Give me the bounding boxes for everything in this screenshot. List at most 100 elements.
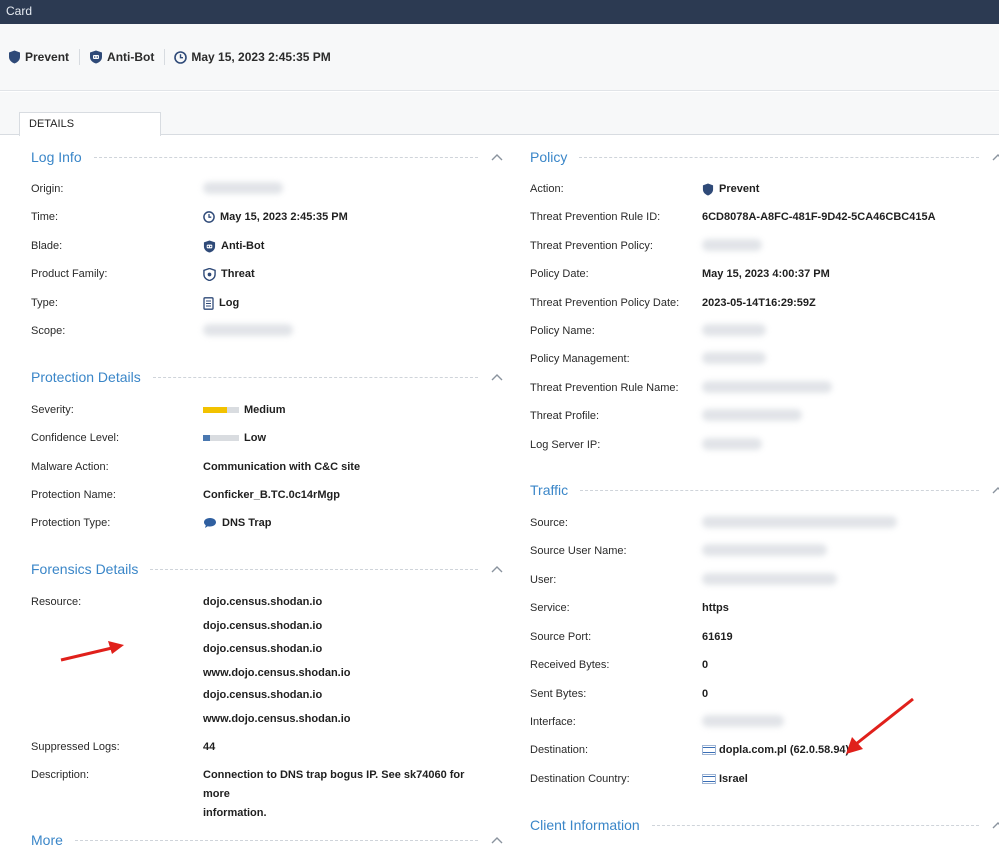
severity-value: Medium — [244, 404, 286, 416]
source-value-redacted — [702, 516, 897, 528]
clock-icon — [174, 50, 188, 64]
protection-name-value[interactable]: Conficker_B.TC.0c14rMgp — [203, 488, 340, 502]
tp-policy-label: Threat Prevention Policy: — [530, 240, 653, 252]
malware-action-value: Communication with C&C site — [203, 461, 361, 473]
threat-profile-label: Threat Profile: — [530, 410, 600, 422]
row-scope: Scope: — [31, 324, 293, 344]
resource-item: www.dojo.census.shodan.io — [203, 713, 351, 725]
destination-country-value: Israel — [719, 773, 748, 785]
resource-item: dojo.census.shodan.io — [203, 596, 323, 608]
suppressed-logs-value: 44 — [203, 741, 216, 753]
policy-name-label: Policy Name: — [530, 325, 595, 337]
row-source: Source: — [530, 516, 897, 536]
toolbar-spacer — [0, 92, 999, 110]
toolbar-blade-label: Anti-Bot — [107, 50, 155, 64]
chevron-up-icon[interactable] — [490, 152, 504, 162]
client-information-header[interactable]: Client Information — [530, 814, 999, 836]
row-threat-profile: Threat Profile: — [530, 409, 802, 429]
row-user: User: — [530, 573, 837, 593]
destination-value[interactable]: dopla.com.pl (62.0.58.94) — [719, 743, 849, 757]
sent-bytes-value: 0 — [702, 688, 709, 700]
section-divider — [580, 489, 979, 491]
anti-bot-icon — [90, 50, 103, 64]
time-value: May 15, 2023 2:45:35 PM — [220, 211, 348, 223]
log-info-title: Log Info — [31, 149, 82, 165]
service-label: Service: — [530, 602, 570, 614]
toolbar-action-label: Prevent — [25, 50, 70, 64]
row-description: Description: Connection to DNS trap bogu… — [31, 768, 493, 819]
section-divider — [93, 156, 478, 158]
forensics-details-title: Forensics Details — [31, 561, 139, 577]
row-resource: Resource: — [31, 595, 203, 615]
row-service: Service: https — [530, 601, 729, 621]
threat-shield-icon — [203, 267, 216, 281]
source-user-label: Source User Name: — [530, 545, 627, 557]
product-family-value: Threat — [221, 268, 255, 280]
rule-id-label: Threat Prevention Rule ID: — [530, 211, 661, 223]
policy-date-value: May 15, 2023 4:00:37 PM — [702, 268, 830, 280]
severity-label: Severity: — [31, 404, 74, 416]
confidence-meter — [203, 435, 239, 441]
annotation-arrow-resource — [60, 641, 124, 662]
row-origin: Origin: — [31, 182, 283, 202]
israel-flag-icon — [702, 745, 716, 755]
confidence-value: Low — [244, 432, 266, 444]
protection-type-value: DNS Trap — [222, 517, 272, 529]
resource-item: dojo.census.shodan.io — [203, 620, 323, 632]
description-line-2: information. — [203, 807, 267, 819]
toolbar-time: May 15, 2023 2:45:35 PM — [174, 50, 340, 64]
protection-type-label: Protection Type: — [31, 517, 111, 529]
row-destination-country: Destination Country: Israel — [530, 772, 748, 792]
row-type: Type: Log — [31, 296, 239, 316]
toolbar-divider — [164, 49, 166, 65]
severity-meter — [203, 407, 239, 413]
chevron-up-icon[interactable] — [991, 820, 999, 830]
row-sent-bytes: Sent Bytes: 0 — [530, 687, 708, 707]
window-title: Card — [0, 0, 999, 24]
scope-label: Scope: — [31, 325, 66, 337]
chevron-up-icon[interactable] — [490, 564, 504, 574]
tab-details[interactable]: DETAILS — [19, 112, 161, 136]
row-severity: Severity: Medium — [31, 403, 286, 423]
resource-label: Resource: — [31, 596, 82, 608]
toolbar-time-label: May 15, 2023 2:45:35 PM — [191, 50, 331, 64]
blade-value: Anti-Bot — [221, 240, 265, 252]
destination-label: Destination: — [530, 744, 589, 756]
more-title: More — [31, 832, 63, 848]
section-divider — [579, 156, 979, 158]
resource-item: dojo.census.shodan.io — [203, 689, 323, 701]
policy-header[interactable]: Policy — [530, 146, 999, 168]
confidence-label: Confidence Level: — [31, 432, 120, 444]
tp-policy-date-value: 2023-05-14T16:29:59Z — [702, 297, 816, 309]
row-product-family: Product Family: Threat — [31, 267, 255, 287]
row-tp-policy-date: Threat Prevention Policy Date: 2023-05-1… — [530, 296, 816, 316]
log-server-ip-value-redacted — [702, 438, 762, 450]
log-document-icon — [203, 296, 214, 310]
rule-name-value-redacted — [702, 381, 832, 393]
chevron-up-icon[interactable] — [991, 485, 999, 495]
rule-name-label: Threat Prevention Rule Name: — [530, 382, 679, 394]
type-value: Log — [219, 297, 240, 309]
user-label: User: — [530, 574, 557, 586]
section-divider — [651, 824, 979, 826]
policy-date-label: Policy Date: — [530, 268, 589, 280]
shield-icon — [702, 183, 714, 195]
protection-details-header[interactable]: Protection Details — [31, 366, 504, 388]
more-header[interactable]: More — [31, 829, 504, 851]
policy-management-value-redacted — [702, 352, 766, 364]
israel-flag-icon — [702, 774, 716, 784]
policy-management-label: Policy Management: — [530, 353, 630, 365]
tp-policy-value-redacted — [702, 239, 762, 251]
blade-label: Blade: — [31, 240, 63, 252]
row-confidence: Confidence Level: Low — [31, 431, 266, 451]
chevron-up-icon[interactable] — [490, 835, 504, 845]
chevron-up-icon[interactable] — [490, 372, 504, 382]
policy-title: Policy — [530, 149, 568, 165]
log-info-header[interactable]: Log Info — [31, 146, 504, 168]
row-malware-action: Malware Action: Communication with C&C s… — [31, 460, 360, 480]
chevron-up-icon[interactable] — [991, 152, 999, 162]
traffic-header[interactable]: Traffic — [530, 479, 999, 501]
forensics-details-header[interactable]: Forensics Details — [31, 558, 504, 580]
interface-value-redacted — [702, 715, 784, 727]
clock-icon — [203, 211, 215, 223]
